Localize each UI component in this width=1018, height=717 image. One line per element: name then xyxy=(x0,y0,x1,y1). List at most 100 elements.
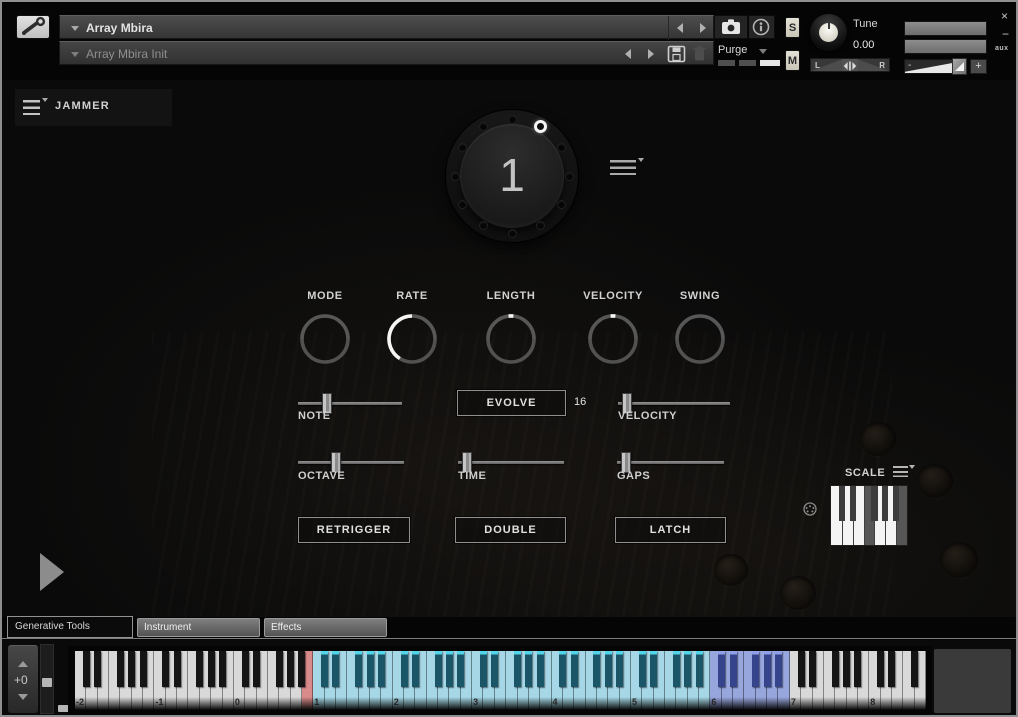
piano-key-black[interactable] xyxy=(332,651,339,687)
evolve-button[interactable]: EVOLVE xyxy=(457,390,566,416)
close-icon[interactable]: × xyxy=(1001,9,1008,23)
selector-dot[interactable] xyxy=(508,115,517,124)
tune-value[interactable]: 0.00 xyxy=(853,39,874,51)
jammer-page-tab[interactable]: JAMMER xyxy=(15,89,172,126)
piano-key-black[interactable] xyxy=(639,651,646,687)
slider-track-octave[interactable] xyxy=(298,461,404,464)
tab-generative-tools[interactable]: Generative Tools xyxy=(7,616,133,638)
piano-key-black[interactable] xyxy=(435,651,442,687)
volume-increase-button[interactable]: + xyxy=(970,59,987,74)
snapshot-camera-button[interactable] xyxy=(714,15,748,39)
piano-key-black[interactable] xyxy=(843,651,850,687)
instrument-title-bar[interactable]: Array Mbira xyxy=(59,15,714,39)
piano-keyboard[interactable]: -2-1012345678 xyxy=(75,651,927,710)
scale-key-black[interactable] xyxy=(893,486,899,521)
piano-key-black[interactable] xyxy=(412,651,419,687)
knob-mode[interactable] xyxy=(299,313,351,365)
transpose-control[interactable]: +0 xyxy=(8,645,38,713)
keyboard-scroll-handle[interactable] xyxy=(42,678,52,687)
piano-key-black[interactable] xyxy=(673,651,680,687)
selector-dot[interactable] xyxy=(536,221,545,230)
slider-track-note[interactable] xyxy=(298,402,402,405)
piano-key-black[interactable] xyxy=(83,651,90,687)
piano-key-black[interactable] xyxy=(321,651,328,687)
purge-dropdown[interactable]: Purge xyxy=(718,44,747,56)
piano-key-black[interactable] xyxy=(117,651,124,687)
piano-key-black[interactable] xyxy=(378,651,385,687)
piano-key-black[interactable] xyxy=(650,651,657,687)
piano-key-black[interactable] xyxy=(140,651,147,687)
piano-key-black[interactable] xyxy=(696,651,703,687)
transpose-up-icon[interactable] xyxy=(18,661,28,667)
instrument-dropdown-caret-icon[interactable] xyxy=(71,26,79,31)
knob-swing[interactable] xyxy=(674,313,726,365)
piano-key-black[interactable] xyxy=(242,651,249,687)
knob-length[interactable] xyxy=(485,313,537,365)
solo-button[interactable]: S xyxy=(785,17,800,38)
piano-key-black[interactable] xyxy=(457,651,464,687)
slider-track-velocity[interactable] xyxy=(618,402,730,405)
mute-button[interactable]: M xyxy=(785,50,800,71)
piano-key-black[interactable] xyxy=(491,651,498,687)
piano-key-black[interactable] xyxy=(559,651,566,687)
scale-key-black[interactable] xyxy=(850,486,856,521)
piano-key-black[interactable] xyxy=(480,651,487,687)
retrigger-button[interactable]: RETRIGGER xyxy=(298,517,410,543)
selector-dot[interactable] xyxy=(508,229,517,238)
pan-center-handle[interactable] xyxy=(842,59,858,71)
play-icon[interactable] xyxy=(40,553,64,591)
tab-instrument[interactable]: Instrument xyxy=(137,618,260,637)
prev-instrument-icon[interactable] xyxy=(677,23,683,33)
keyboard-scrollbar[interactable] xyxy=(40,644,54,714)
piano-key-black[interactable] xyxy=(253,651,260,687)
patch-title-bar[interactable]: Array Mbira Init xyxy=(59,41,714,65)
piano-key-black[interactable] xyxy=(888,651,895,687)
patch-dropdown-caret-icon[interactable] xyxy=(71,52,79,57)
selector-dot[interactable] xyxy=(451,172,460,181)
piano-key-black[interactable] xyxy=(355,651,362,687)
pattern-selector-knob-face[interactable]: 1 xyxy=(460,124,564,228)
piano-key-black[interactable] xyxy=(514,651,521,687)
scale-menu-caret-icon[interactable] xyxy=(909,465,915,469)
piano-key-black[interactable] xyxy=(367,651,374,687)
knob-velocity[interactable] xyxy=(587,313,639,365)
purge-caret-icon[interactable] xyxy=(759,49,767,54)
knob-rate[interactable] xyxy=(386,313,438,365)
piano-key-black[interactable] xyxy=(877,651,884,687)
selector-dot[interactable] xyxy=(479,221,488,230)
piano-key-black[interactable] xyxy=(525,651,532,687)
selector-dot[interactable] xyxy=(565,172,574,181)
piano-key-black[interactable] xyxy=(537,651,544,687)
piano-key-black[interactable] xyxy=(730,651,737,687)
piano-key-black[interactable] xyxy=(571,651,578,687)
piano-key-black[interactable] xyxy=(208,651,215,687)
tune-knob[interactable] xyxy=(810,14,847,51)
jammer-menu-caret-icon[interactable] xyxy=(42,98,48,102)
scale-keyboard[interactable] xyxy=(831,486,907,545)
slider-track-gaps[interactable] xyxy=(617,461,724,464)
piano-key-black[interactable] xyxy=(775,651,782,687)
piano-key-black[interactable] xyxy=(298,651,305,687)
minimize-icon[interactable]: − xyxy=(1002,27,1009,41)
scale-key-black[interactable] xyxy=(839,486,845,521)
volume-slider[interactable]: - xyxy=(904,59,954,74)
piano-key-black[interactable] xyxy=(798,651,805,687)
piano-key-black[interactable] xyxy=(684,651,691,687)
selector-dot[interactable] xyxy=(557,143,566,152)
piano-key-black[interactable] xyxy=(809,651,816,687)
next-instrument-icon[interactable] xyxy=(700,23,706,33)
prev-patch-icon[interactable] xyxy=(625,49,631,59)
piano-key-black[interactable] xyxy=(616,651,623,687)
piano-key-black[interactable] xyxy=(911,651,918,687)
piano-key-black[interactable] xyxy=(162,651,169,687)
piano-key-black[interactable] xyxy=(174,651,181,687)
piano-key-black[interactable] xyxy=(196,651,203,687)
next-patch-icon[interactable] xyxy=(648,49,654,59)
volume-handle[interactable] xyxy=(952,58,967,75)
scale-menu-icon[interactable] xyxy=(893,466,908,477)
piano-key-black[interactable] xyxy=(287,651,294,687)
pan-slider[interactable]: L R xyxy=(810,58,890,72)
evolve-steps-value[interactable]: 16 xyxy=(574,396,586,408)
piano-key-black[interactable] xyxy=(854,651,861,687)
piano-key-black[interactable] xyxy=(219,651,226,687)
